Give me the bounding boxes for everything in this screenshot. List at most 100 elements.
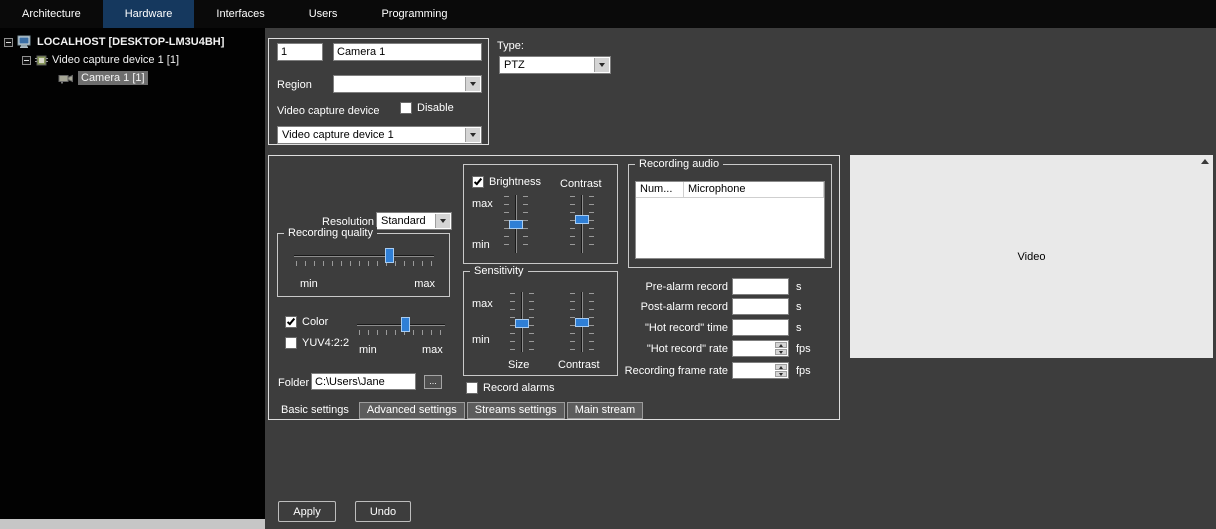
dropdown-arrow-icon[interactable] <box>594 58 609 72</box>
top-tab-bar: Architecture Hardware Interfaces Users P… <box>0 0 1216 28</box>
hot-record-time-field[interactable] <box>732 319 789 336</box>
slider-thumb[interactable] <box>575 215 589 225</box>
min-label: min <box>472 239 490 251</box>
region-label: Region <box>277 79 312 91</box>
camera-id-field[interactable] <box>277 43 323 61</box>
object-tree-panel: LOCALHOST [DESKTOP-LM3U4BH] Video captur… <box>0 28 265 519</box>
pre-alarm-record-label: Pre-alarm record <box>645 281 728 293</box>
slider-track[interactable] <box>294 255 434 257</box>
slider-thumb[interactable] <box>509 220 523 230</box>
apply-button[interactable]: Apply <box>278 501 336 522</box>
record-alarms-checkbox[interactable]: Record alarms <box>466 382 555 394</box>
recording-audio-title: Recording audio <box>635 158 724 171</box>
region-combobox[interactable] <box>333 75 482 93</box>
checkbox-box[interactable] <box>472 176 484 188</box>
column-header-num[interactable]: Num... <box>636 182 684 197</box>
recording-frame-rate-field[interactable] <box>732 362 789 379</box>
size-label: Size <box>508 359 530 371</box>
column-header-microphone[interactable]: Microphone <box>684 182 824 197</box>
color-checkbox[interactable]: Color <box>285 316 328 328</box>
check-icon <box>286 316 296 326</box>
tree-item-localhost[interactable]: LOCALHOST [DESKTOP-LM3U4BH] <box>4 34 224 50</box>
post-alarm-record-field[interactable] <box>732 298 789 315</box>
pre-alarm-record-unit: s <box>796 281 802 293</box>
audio-table-header: Num... Microphone <box>636 182 824 198</box>
hot-record-rate-field[interactable] <box>732 340 789 357</box>
max-label: max <box>472 198 493 210</box>
color-label: Color <box>302 316 329 328</box>
brightness-label: Brightness <box>489 176 541 188</box>
recording-frame-rate-spinner[interactable] <box>775 364 787 377</box>
slider-ticks <box>523 196 528 252</box>
tab-interfaces[interactable]: Interfaces <box>194 0 286 28</box>
checkbox-box[interactable] <box>466 382 478 394</box>
capture-device-icon <box>35 54 48 67</box>
dropdown-arrow-icon[interactable] <box>465 128 480 142</box>
camera-settings-panel: Resolution Standard Recording quality mi… <box>268 155 840 420</box>
video-capture-device-label: Video capture device <box>277 105 380 117</box>
color-quality-slider[interactable] <box>357 316 445 336</box>
slider-thumb[interactable] <box>401 317 411 332</box>
sensitivity-size-slider[interactable] <box>510 290 534 354</box>
disable-label: Disable <box>417 102 454 114</box>
camera-identity-group: Region Video capture device Disable Vide… <box>268 38 489 145</box>
camera-name-field[interactable] <box>333 43 482 61</box>
tab-architecture[interactable]: Architecture <box>0 0 103 28</box>
folder-field[interactable] <box>311 373 416 390</box>
hot-record-time-unit: s <box>796 322 802 334</box>
yuv-label: YUV4:2:2 <box>302 337 350 349</box>
checkbox-box[interactable] <box>285 316 297 328</box>
camera-icon <box>58 73 74 84</box>
slider-ticks <box>589 196 594 252</box>
slider-thumb[interactable] <box>515 319 529 329</box>
checkbox-box[interactable] <box>400 102 412 114</box>
contrast-slider[interactable] <box>570 193 594 255</box>
post-alarm-record-label: Post-alarm record <box>640 301 728 313</box>
hot-record-rate-spinner[interactable] <box>775 342 787 355</box>
min-label: min <box>472 334 490 346</box>
tab-hardware[interactable]: Hardware <box>102 0 195 28</box>
hot-record-rate-label: "Hot record" rate <box>646 343 728 355</box>
spin-up-icon[interactable] <box>775 342 787 348</box>
brightness-checkbox[interactable]: Brightness <box>472 176 541 188</box>
tree-item-camera[interactable]: Camera 1 [1] <box>58 70 148 86</box>
tab-programming[interactable]: Programming <box>359 0 469 28</box>
slider-thumb[interactable] <box>385 248 395 263</box>
recording-quality-slider[interactable] <box>294 247 434 267</box>
slider-ticks <box>529 293 534 351</box>
recording-frame-rate-unit: fps <box>796 365 811 377</box>
tab-basic-settings[interactable]: Basic settings <box>273 401 357 419</box>
recording-audio-table[interactable]: Num... Microphone <box>635 181 825 259</box>
hot-record-time-label: "Hot record" time <box>645 322 728 334</box>
type-combobox[interactable]: PTZ <box>499 56 611 74</box>
checkbox-box[interactable] <box>285 337 297 349</box>
collapse-icon[interactable] <box>4 37 13 47</box>
folder-label: Folder <box>278 377 310 389</box>
spin-up-icon[interactable] <box>775 364 787 370</box>
tree-item-label: LOCALHOST [DESKTOP-LM3U4BH] <box>37 36 225 48</box>
dropdown-arrow-icon[interactable] <box>435 214 450 228</box>
spin-down-icon[interactable] <box>775 371 787 377</box>
record-alarms-label: Record alarms <box>483 382 555 394</box>
collapse-icon[interactable] <box>22 55 31 65</box>
pre-alarm-record-field[interactable] <box>732 278 789 295</box>
resolution-combobox[interactable]: Standard <box>376 212 452 230</box>
tab-main-stream[interactable]: Main stream <box>566 402 644 419</box>
slider-ticks <box>296 261 432 266</box>
scroll-up-icon[interactable] <box>1201 159 1209 164</box>
browse-button[interactable]: ... <box>424 375 442 389</box>
tab-streams-settings[interactable]: Streams settings <box>466 402 565 419</box>
brightness-slider[interactable] <box>504 193 528 255</box>
bottom-left-strip <box>0 519 265 529</box>
tab-users[interactable]: Users <box>287 0 360 28</box>
computer-icon <box>17 35 33 49</box>
dropdown-arrow-icon[interactable] <box>465 77 480 91</box>
disable-checkbox[interactable]: Disable <box>400 102 454 114</box>
undo-button[interactable]: Undo <box>355 501 411 522</box>
audio-table-body[interactable] <box>636 198 824 258</box>
yuv-checkbox[interactable]: YUV4:2:2 <box>285 337 349 349</box>
tree-item-video-capture-device[interactable]: Video capture device 1 [1] <box>22 52 179 68</box>
spin-down-icon[interactable] <box>775 349 787 355</box>
tab-advanced-settings[interactable]: Advanced settings <box>358 402 465 419</box>
video-capture-device-combobox[interactable]: Video capture device 1 <box>277 126 482 144</box>
